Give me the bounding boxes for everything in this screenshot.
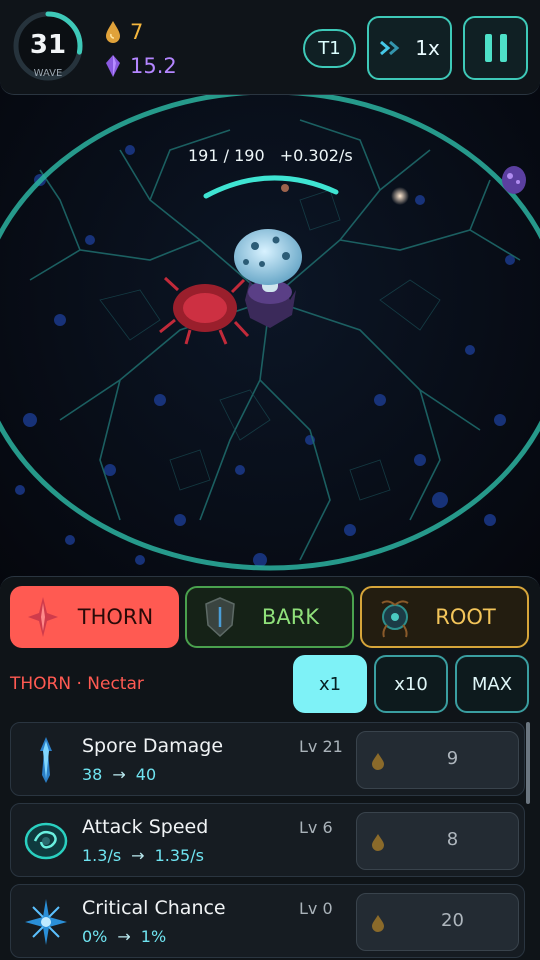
thorn-icon <box>28 597 58 637</box>
tower-hp: 191 / 190 <box>188 146 265 165</box>
crystal-value: 15.2 <box>130 54 177 78</box>
nectar-drop-icon <box>372 834 384 851</box>
upgrade-values: 38 → 40 <box>82 765 156 784</box>
bark-shield-icon <box>205 597 235 638</box>
upgrade-name: Attack Speed <box>82 816 209 838</box>
upgrade-level: Lv 21 <box>299 737 343 756</box>
upgrade-name: Spore Damage <box>82 735 224 757</box>
tab-root-label: ROOT <box>435 605 496 629</box>
upgrade-current-value: 0% <box>82 927 108 946</box>
spore-spike-icon <box>40 737 52 783</box>
game-speed-label: 1x <box>415 36 440 60</box>
fast-forward-icon <box>380 40 400 56</box>
arrow-right-icon: → <box>131 846 145 865</box>
arrow-right-icon: → <box>112 765 126 784</box>
upgrade-next-value: 1% <box>140 927 167 946</box>
upgrade-values: 1.3/s → 1.35/s <box>82 846 204 865</box>
upgrade-level: Lv 6 <box>299 818 333 837</box>
upgrade-name: Critical Chance <box>82 897 226 919</box>
pause-icon <box>484 34 507 62</box>
upgrade-current-value: 38 <box>82 765 103 784</box>
tab-bark-label: BARK <box>261 605 320 629</box>
upgrade-cost: 20 <box>441 910 464 931</box>
tab-thorn[interactable]: THORN <box>10 586 179 648</box>
wave-label: WAVE <box>33 68 63 79</box>
tower-hp-readout: 191 / 190 +0.302/s <box>188 146 363 165</box>
tab-thorn-label: THORN <box>77 605 154 629</box>
upgrade-next-value: 40 <box>135 765 157 784</box>
nectar-value: 7 <box>130 20 144 44</box>
root-icon <box>381 600 409 638</box>
multiplier-x10-button[interactable]: x10 <box>374 655 448 713</box>
multiplier-x1-button[interactable]: x1 <box>293 655 367 713</box>
upgrade-row-spore-damage: Spore Damage Lv 21 38 → 40 9 <box>10 722 525 796</box>
upgrade-category-label: THORN · Nectar <box>10 674 144 694</box>
projectile <box>391 187 409 205</box>
upgrade-next-value: 1.35/s <box>154 846 204 865</box>
tab-root[interactable]: ROOT <box>360 586 529 648</box>
pause-button[interactable] <box>463 16 528 80</box>
buy-upgrade-button[interactable]: 9 <box>356 731 519 789</box>
swirl-icon <box>24 822 68 860</box>
nectar-counter: 7 <box>104 20 143 44</box>
upgrade-cost: 9 <box>446 748 459 769</box>
top-hud: 31 WAVE 7 15.2 T1 1x <box>0 0 540 95</box>
burst-icon <box>25 899 67 945</box>
tab-bark[interactable]: BARK <box>185 586 354 648</box>
nectar-drop-icon <box>106 21 120 43</box>
crystal-counter: 15.2 <box>104 54 177 78</box>
buy-upgrade-button[interactable]: 8 <box>356 812 519 870</box>
wave-number: 31 <box>29 30 67 60</box>
upgrade-values: 0% → 1% <box>82 927 166 946</box>
upgrade-current-value: 1.3/s <box>82 846 122 865</box>
upgrade-level: Lv 0 <box>299 899 333 918</box>
upgrade-cost: 8 <box>446 829 459 850</box>
upgrade-list-scrollbar[interactable] <box>526 722 530 804</box>
buy-upgrade-button[interactable]: 20 <box>356 893 519 951</box>
arrow-right-icon: → <box>117 927 131 946</box>
nectar-drop-icon <box>372 753 384 770</box>
upgrade-row-attack-speed: Attack Speed Lv 6 1.3/s → 1.35/s 8 <box>10 803 525 877</box>
game-speed-button[interactable]: 1x <box>367 16 452 80</box>
enemy-purple <box>502 166 526 194</box>
nectar-drop-icon <box>372 915 384 932</box>
tier-button[interactable]: T1 <box>303 29 356 68</box>
crystal-icon <box>106 55 120 77</box>
multiplier-max-button[interactable]: MAX <box>455 655 529 713</box>
upgrade-row-critical-chance: Critical Chance Lv 0 0% → 1% 20 <box>10 884 525 958</box>
tower-regen: +0.302/s <box>279 146 353 165</box>
